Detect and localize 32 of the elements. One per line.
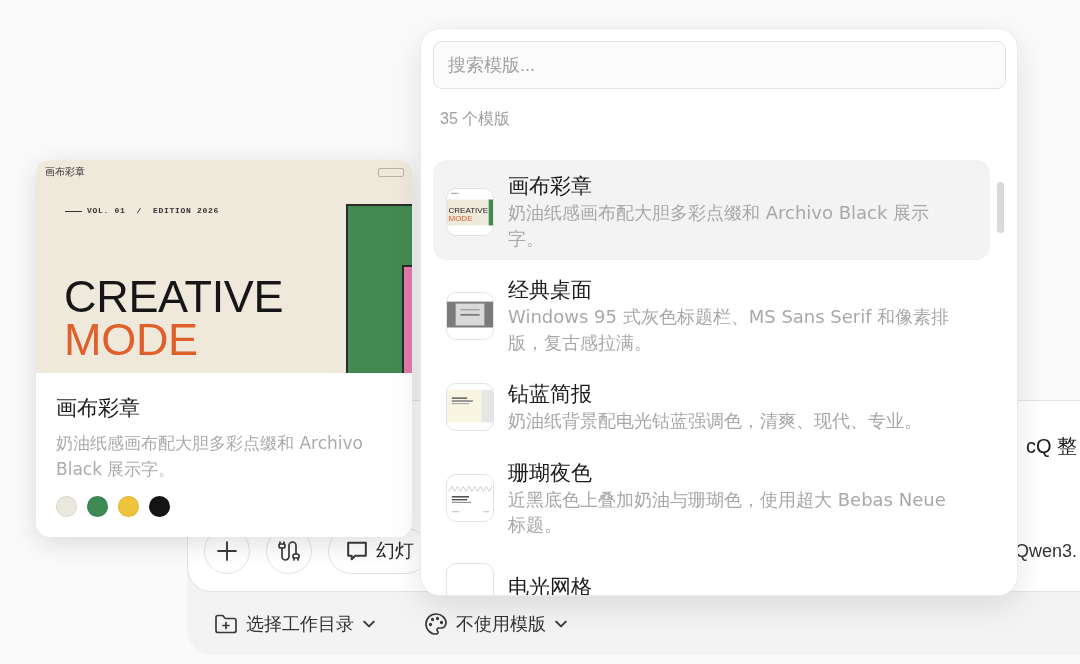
speech-bubble-icon: [347, 541, 367, 561]
chevron-down-icon: [363, 619, 375, 628]
plus-icon: [217, 541, 237, 561]
template-item[interactable]: 经典桌面 Windows 95 式灰色标题栏、MS Sans Serif 和像素排版，复古感拉满。: [433, 264, 990, 364]
brand-text: 画布彩章: [45, 166, 85, 178]
folder-plus-icon: [215, 612, 237, 635]
cable-icon: [278, 540, 300, 562]
scrollbar-thumb[interactable]: [997, 182, 1004, 233]
page-panel: [447, 389, 482, 423]
palette-icon: [425, 612, 447, 635]
card-title: 画布彩章: [56, 395, 141, 421]
prompt-text: cQ 整: [1025, 435, 1077, 457]
template-count: 35 个模版: [439, 109, 512, 129]
template-item[interactable]: 珊瑚夜色 近黑底色上叠加奶油与珊瑚色，使用超大 Bebas Neue 标题。: [433, 446, 990, 547]
headline-text: CREATIVE: [63, 275, 285, 318]
tag-icon: [378, 168, 404, 177]
text-line: [460, 313, 480, 316]
zigzag-line: [448, 486, 493, 492]
card-description: 奶油纸感画布配大胆多彩点缀和 Archivo Black 展示字。: [56, 432, 364, 481]
issue-text: VOL. 01 / EDITION 2026: [87, 206, 220, 216]
template-item[interactable]: 钻蓝简报 奶油纸背景配电光钴蓝强调色，清爽、现代、专业。: [433, 368, 990, 443]
side-block: [488, 199, 493, 225]
directory-select-button[interactable]: 选择工作目录: [215, 611, 375, 636]
text-line: [483, 511, 490, 513]
chevron-down-icon: [555, 619, 567, 628]
text-line: [450, 192, 459, 194]
rule-line: [65, 210, 82, 212]
headline-accent-text: MODE: [63, 318, 199, 361]
search-field[interactable]: 搜索模版...: [433, 41, 1006, 89]
template-select-button[interactable]: 不使用模版: [425, 611, 567, 636]
text-line: [451, 511, 460, 513]
text-line: [460, 308, 480, 310]
